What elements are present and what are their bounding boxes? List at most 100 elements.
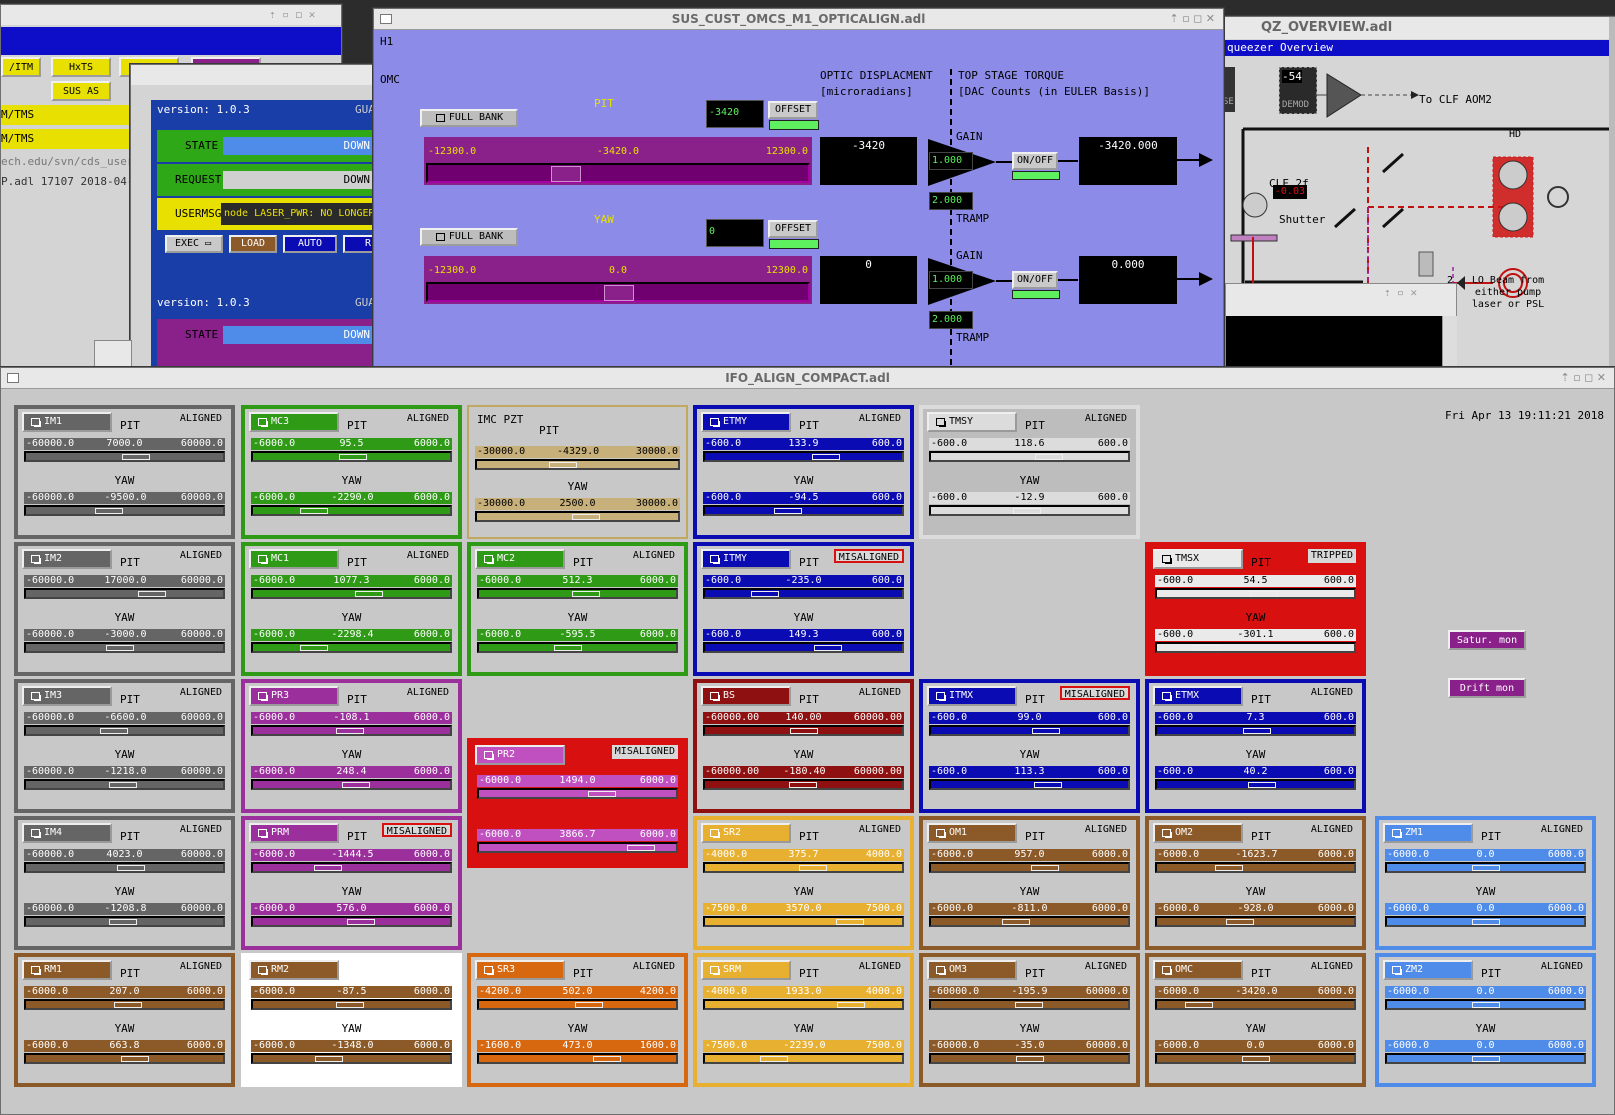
pit-slider[interactable]: -4000.0 1933.0 4000.0 [703,985,904,1011]
yaw-slider-thumb[interactable] [1034,782,1063,788]
pit-slider-track[interactable] [1385,862,1586,873]
prm-screen-button[interactable]: PRM [249,823,339,843]
pit-slider-thumb[interactable] [117,865,146,871]
yaw-slider-track[interactable] [929,779,1130,790]
pit-slider[interactable]: -60000.0 7000.0 60000.0 [24,437,225,463]
yaw-slider-track[interactable] [1155,916,1356,927]
yaw-slider[interactable]: -60000.0 -1218.0 60000.0 [24,765,225,791]
tramp-input[interactable]: 2.000 [929,192,973,210]
pit-slider-thumb[interactable] [588,791,617,797]
channel-track[interactable] [426,282,810,302]
yaw-slider[interactable]: -7500.0 -2239.0 7500.0 [703,1039,904,1065]
yaw-slider-track[interactable] [703,779,904,790]
pit-slider-thumb[interactable] [335,728,364,734]
pit-slider-thumb[interactable] [339,454,368,460]
pit-slider[interactable]: -4000.0 375.7 4000.0 [703,848,904,874]
yaw-slider-track[interactable] [251,779,452,790]
yaw-slider-thumb[interactable] [571,514,600,520]
yaw-slider-track[interactable] [24,1053,225,1064]
pit-slider[interactable]: -60000.0 17000.0 60000.0 [24,574,225,600]
pit-slider-track[interactable] [703,451,904,462]
pit-slider-track[interactable] [251,999,452,1010]
bs-screen-button[interactable]: BS [701,686,791,706]
yaw-slider-thumb[interactable] [836,919,865,925]
pit-slider-thumb[interactable] [549,462,578,468]
bg-button-itm[interactable]: /ITM [1,57,41,77]
pit-slider-track[interactable] [251,588,452,599]
yaw-slider[interactable]: -600.0 113.3 600.0 [929,765,1130,791]
pit-slider-track[interactable] [251,725,452,736]
yaw-slider[interactable]: -600.0 149.3 600.0 [703,628,904,654]
yaw-slider-thumb[interactable] [121,1056,150,1062]
pit-slider-thumb[interactable] [113,1002,142,1008]
pit-slider-track[interactable] [929,999,1130,1010]
pit-slider-track[interactable] [477,588,678,599]
yaw-slider-thumb[interactable] [1471,1056,1500,1062]
yaw-slider[interactable]: -6000.0 576.0 6000.0 [251,902,452,928]
yaw-slider-track[interactable] [477,642,678,653]
yaw-slider[interactable]: -60000.0 -9500.0 60000.0 [24,491,225,517]
offset-button[interactable]: OFFSET [768,101,818,119]
yaw-slider[interactable]: -600.0 40.2 600.0 [1155,765,1356,791]
yaw-slider-thumb[interactable] [108,919,137,925]
offset-button[interactable]: OFFSET [768,220,818,238]
window-menu-icon[interactable] [7,373,19,383]
rm1-screen-button[interactable]: RM1 [22,960,112,980]
yaw-slider-thumb[interactable] [1226,919,1255,925]
yaw-slider[interactable]: -60000.0 -1208.8 60000.0 [24,902,225,928]
tmsx-screen-button[interactable]: TMSX [1153,549,1243,569]
im2-screen-button[interactable]: IM2 [22,549,112,569]
yaw-slider-track[interactable] [24,779,225,790]
yaw-slider-track[interactable] [929,505,1130,516]
pit-slider[interactable]: -600.0 7.3 600.0 [1155,711,1356,737]
yaw-slider[interactable]: -6000.0 -928.0 6000.0 [1155,902,1356,928]
etmy-screen-button[interactable]: ETMY [701,412,791,432]
srm-screen-button[interactable]: SRM [701,960,791,980]
yaw-slider-thumb[interactable] [346,919,375,925]
yaw-slider-thumb[interactable] [1015,1056,1044,1062]
pit-slider-thumb[interactable] [121,454,150,460]
sr3-screen-button[interactable]: SR3 [475,960,565,980]
pit-slider[interactable]: -4200.0 502.0 4200.0 [477,985,678,1011]
yaw-slider-thumb[interactable] [1002,919,1031,925]
pit-slider[interactable]: -600.0 133.9 600.0 [703,437,904,463]
pit-slider[interactable]: -600.0 -235.0 600.0 [703,574,904,600]
zm2-screen-button[interactable]: ZM2 [1383,960,1473,980]
guardian-load-button[interactable]: LOAD [229,235,277,253]
yaw-slider[interactable]: -60000.0 -35.0 60000.0 [929,1039,1130,1065]
mc1-screen-button[interactable]: MC1 [249,549,339,569]
yaw-slider-track[interactable] [1385,916,1586,927]
pit-slider-thumb[interactable] [1185,1002,1214,1008]
yaw-slider-track[interactable] [1155,642,1356,653]
pit-slider[interactable]: -600.0 99.0 600.0 [929,711,1130,737]
yaw-slider-thumb[interactable] [341,782,370,788]
channel-thumb[interactable] [604,285,634,301]
yaw-slider[interactable]: -6000.0 -811.0 6000.0 [929,902,1130,928]
pit-slider-track[interactable] [703,999,904,1010]
pit-slider[interactable]: -6000.0 -108.1 6000.0 [251,711,452,737]
pit-slider[interactable]: -600.0 54.5 600.0 [1155,574,1356,600]
bg-row-mtms-2[interactable]: M/TMS [1,129,131,149]
yaw-slider-thumb[interactable] [760,1056,789,1062]
pit-slider-thumb[interactable] [1035,454,1063,460]
channel-track[interactable] [426,163,810,183]
satur-mon-button[interactable]: Satur. mon [1448,630,1526,650]
yaw-slider-track[interactable] [1155,1053,1356,1064]
full-bank-button[interactable]: FULL BANK [420,109,518,127]
channel-thumb[interactable] [551,166,582,182]
pit-slider-thumb[interactable] [575,1002,604,1008]
yaw-slider-track[interactable] [251,642,452,653]
yaw-slider-thumb[interactable] [1192,645,1221,651]
offset-input[interactable]: -3420 [706,100,764,128]
yaw-slider-track[interactable] [1155,779,1356,790]
inner-window-scrollbar[interactable] [1442,316,1457,368]
pit-slider-thumb[interactable] [99,728,128,734]
pit-slider[interactable]: -6000.0 -87.5 6000.0 [251,985,452,1011]
omc-screen-button[interactable]: OMC [1153,960,1243,980]
yaw-slider-thumb[interactable] [592,1056,621,1062]
pit-slider-track[interactable] [929,862,1130,873]
pit-slider-thumb[interactable] [1242,728,1271,734]
yaw-slider-track[interactable] [251,1053,452,1064]
window-menu-icon[interactable] [380,14,392,24]
pit-slider[interactable]: -6000.0 512.3 6000.0 [477,574,678,600]
